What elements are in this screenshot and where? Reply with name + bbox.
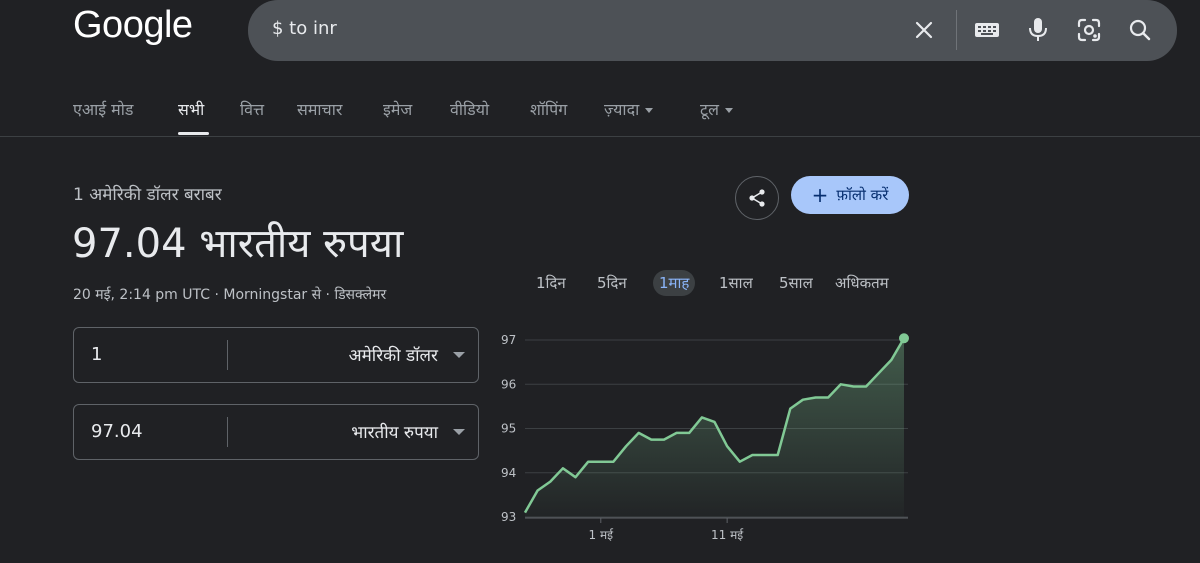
y-tick-label: 96 [501, 377, 516, 391]
y-tick-label: 94 [501, 466, 516, 480]
x-tick-label: 1 मई [589, 528, 615, 542]
exchange-rate-chart[interactable]: 93 94 95 96 97 1 मई 11 मई [0, 0, 1200, 563]
x-tick-label: 11 मई [711, 528, 744, 542]
y-tick-label: 93 [501, 510, 516, 524]
y-tick-label: 95 [501, 422, 516, 436]
area-fill [525, 338, 904, 517]
latest-point[interactable] [899, 333, 909, 344]
y-tick-label: 97 [501, 333, 516, 347]
